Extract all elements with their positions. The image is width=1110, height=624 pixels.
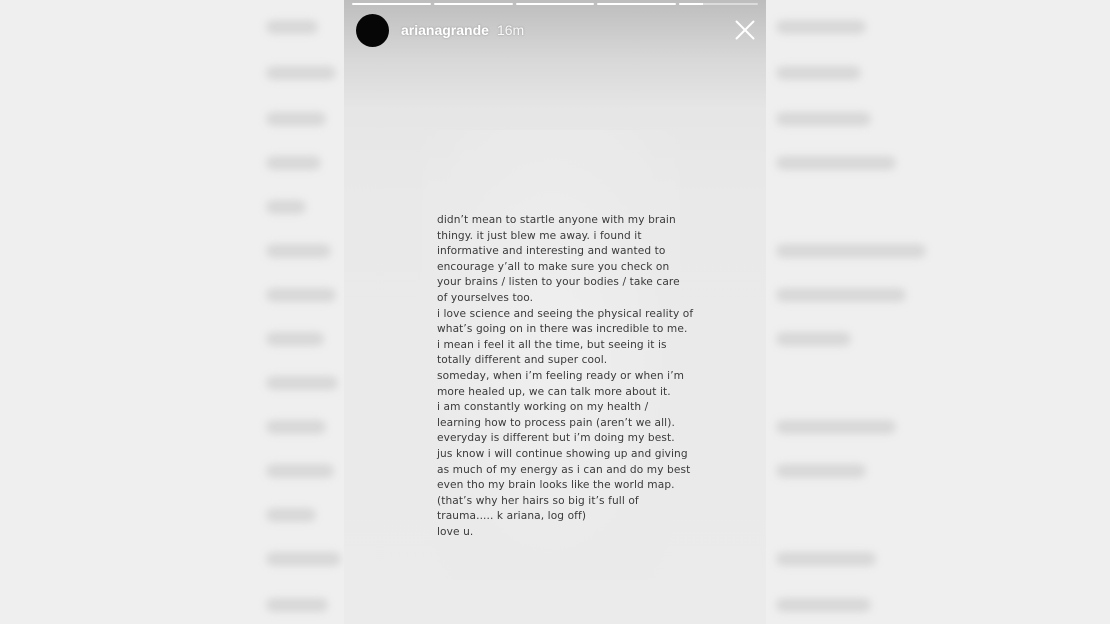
note-line: didn’t mean to startle anyone with my br… (437, 214, 676, 226)
progress-segment (433, 3, 513, 5)
note-line: love u. (437, 525, 474, 538)
progress-segment (679, 3, 758, 5)
story-progress-bar (352, 3, 758, 6)
username[interactable]: arianagrande (401, 22, 489, 38)
note-line: what’s going on in there was incredible … (437, 323, 688, 336)
story-viewer[interactable]: arianagrande 16m didn’t mean to startle … (344, 0, 766, 624)
note-line: i love science and seeing the physical r… (437, 307, 694, 320)
progress-segment (352, 3, 431, 5)
note-line: learning how to process pain (aren’t we … (437, 416, 675, 429)
note-line: trauma..... k ariana, log off) (437, 510, 587, 523)
close-icon[interactable] (734, 19, 756, 41)
avatar[interactable] (356, 13, 389, 47)
note-line: thingy. it just blew me away. i found it (437, 229, 642, 242)
story-header: arianagrande 16m (356, 12, 756, 48)
note-line: i mean i feel it all the time, but seein… (437, 338, 667, 351)
progress-segment (515, 3, 595, 5)
note-line: everyday is different but i’m doing my b… (437, 432, 675, 445)
note-line: even tho my brain looks like the world m… (437, 479, 675, 492)
note-line: (that’s why her hairs so big it’s full o… (437, 494, 639, 507)
note-line: of yourselves too. (437, 291, 534, 304)
progress-segment (597, 3, 677, 5)
note-line: as much of my energy as i can and do my … (437, 463, 691, 476)
note-line: informative and interesting and wanted t… (437, 245, 666, 258)
note-line: jus know i will continue showing up and … (437, 447, 688, 460)
note-line: your brains / listen to your bodies / ta… (437, 276, 680, 289)
note-line: totally different and super cool. (437, 354, 608, 367)
note-line: more healed up, we can talk more about i… (437, 385, 671, 398)
note-line: i am constantly working on my health / (437, 401, 649, 414)
post-time: 16m (496, 22, 525, 38)
note-line: encourage y’all to make sure you check o… (437, 260, 670, 273)
story-note-text: didn’t mean to startle anyone with my br… (437, 213, 694, 540)
note-line: someday, when i’m feeling ready or when … (437, 369, 685, 382)
